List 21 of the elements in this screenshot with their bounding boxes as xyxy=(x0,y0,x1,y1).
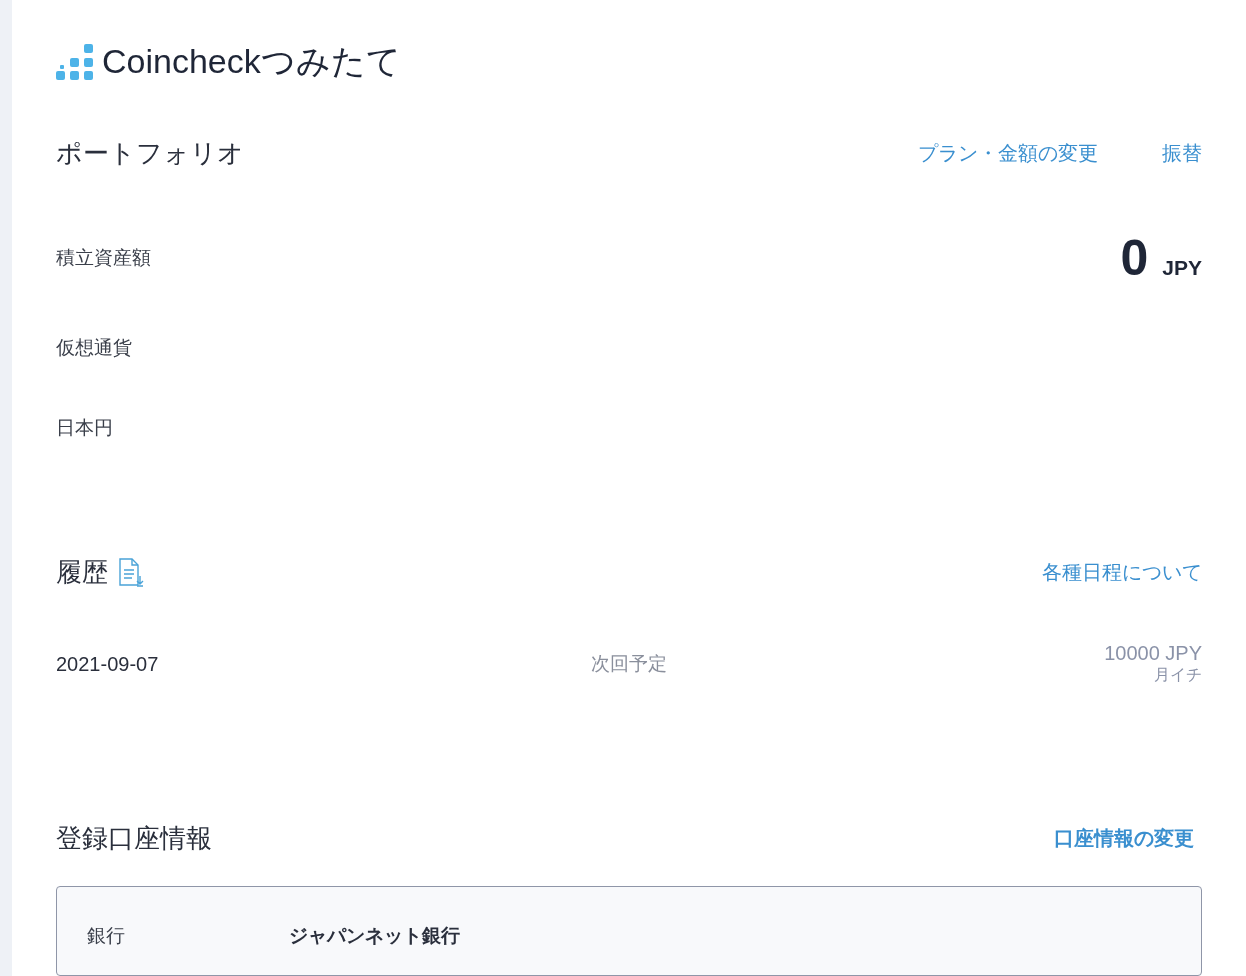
link[interactable]: 振替 xyxy=(1162,140,1202,167)
download-document-icon[interactable] xyxy=(118,557,146,588)
label: 仮想通貨 xyxy=(56,336,132,358)
status-text: 次回予定 xyxy=(591,651,667,676)
section-title: 履歴 xyxy=(56,556,108,589)
field-label: 銀行 xyxy=(87,923,126,948)
section-title: ポートフォリオ xyxy=(56,137,244,170)
currency-unit: JPY xyxy=(1162,256,1202,280)
label: 積立資産額 xyxy=(56,245,151,270)
date-text: 2021-09-07 xyxy=(56,652,160,676)
amount-text: 10000 JPY xyxy=(1104,642,1202,665)
link[interactable]: 各種日程について xyxy=(1042,559,1202,586)
link[interactable]: 口座情報の変更 xyxy=(1054,825,1194,852)
field-value: ジャパンネット銀行 xyxy=(289,923,460,948)
frequency-text: 月イチ xyxy=(1154,665,1202,686)
label: 日本円 xyxy=(56,416,113,438)
amount: 0 xyxy=(1120,229,1149,287)
logo-icon xyxy=(56,43,94,81)
link[interactable]: プラン・金額の変更 xyxy=(918,140,1098,167)
section-title: 登録口座情報 xyxy=(56,822,212,855)
logo-text: Coincheckつみたて xyxy=(102,41,401,82)
